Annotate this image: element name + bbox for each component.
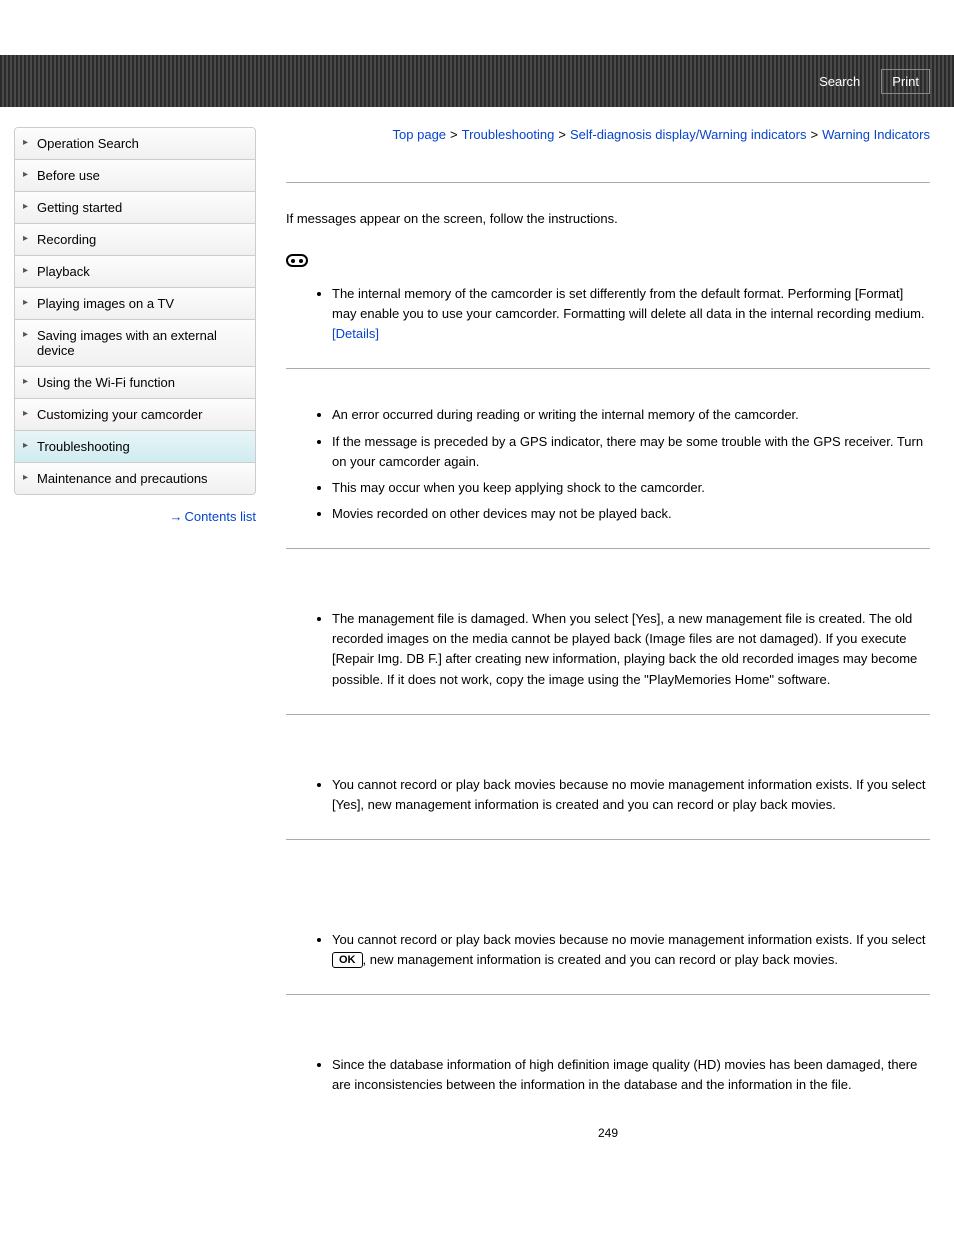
item-text: The internal memory of the camcorder is … bbox=[332, 286, 925, 321]
print-button[interactable]: Print bbox=[881, 69, 930, 94]
nav-item-getting-started[interactable]: Getting started bbox=[15, 192, 255, 224]
sidebar: Operation Search Before use Getting star… bbox=[14, 127, 256, 1140]
list-item: Since the database information of high d… bbox=[332, 1055, 930, 1095]
nav-item-recording[interactable]: Recording bbox=[15, 224, 255, 256]
section-6-list: Since the database information of high d… bbox=[286, 1055, 930, 1095]
nav-item-playing-tv[interactable]: Playing images on a TV bbox=[15, 288, 255, 320]
internal-memory-icon bbox=[286, 254, 930, 270]
breadcrumb: Top page>Troubleshooting>Self-diagnosis … bbox=[286, 127, 930, 142]
section-5-list: You cannot record or play back movies be… bbox=[286, 930, 930, 970]
breadcrumb-top[interactable]: Top page bbox=[393, 127, 447, 142]
page-number: 249 bbox=[286, 1126, 930, 1140]
item-text-a: You cannot record or play back movies be… bbox=[332, 932, 926, 947]
section-2-list: An error occurred during reading or writ… bbox=[286, 405, 930, 524]
nav-item-customizing[interactable]: Customizing your camcorder bbox=[15, 399, 255, 431]
divider bbox=[286, 714, 930, 715]
divider bbox=[286, 839, 930, 840]
nav-list: Operation Search Before use Getting star… bbox=[14, 127, 256, 495]
nav-item-before-use[interactable]: Before use bbox=[15, 160, 255, 192]
list-item: This may occur when you keep applying sh… bbox=[332, 478, 930, 498]
section-4-list: You cannot record or play back movies be… bbox=[286, 775, 930, 815]
list-item: The internal memory of the camcorder is … bbox=[332, 284, 930, 344]
nav-item-troubleshooting[interactable]: Troubleshooting bbox=[15, 431, 255, 463]
divider bbox=[286, 994, 930, 995]
contents-list-link[interactable]: Contents list bbox=[184, 509, 256, 524]
breadcrumb-current: Warning Indicators bbox=[822, 127, 930, 142]
contents-list-link-wrap: →Contents list bbox=[14, 509, 256, 524]
nav-item-playback[interactable]: Playback bbox=[15, 256, 255, 288]
section-3-list: The management file is damaged. When you… bbox=[286, 609, 930, 690]
nav-item-saving-external[interactable]: Saving images with an external device bbox=[15, 320, 255, 367]
intro-text: If messages appear on the screen, follow… bbox=[286, 182, 930, 226]
nav-item-wifi[interactable]: Using the Wi-Fi function bbox=[15, 367, 255, 399]
arrow-icon: → bbox=[169, 509, 182, 524]
nav-item-operation-search[interactable]: Operation Search bbox=[15, 128, 255, 160]
main-content: Top page>Troubleshooting>Self-diagnosis … bbox=[286, 127, 930, 1140]
item-text-b: , new management information is created … bbox=[363, 952, 838, 967]
details-link[interactable]: [Details] bbox=[332, 326, 379, 341]
divider bbox=[286, 548, 930, 549]
breadcrumb-selfdiag[interactable]: Self-diagnosis display/Warning indicator… bbox=[570, 127, 807, 142]
list-item: You cannot record or play back movies be… bbox=[332, 930, 930, 970]
list-item: The management file is damaged. When you… bbox=[332, 609, 930, 690]
list-item: An error occurred during reading or writ… bbox=[332, 405, 930, 425]
list-item: If the message is preceded by a GPS indi… bbox=[332, 432, 930, 472]
list-item: You cannot record or play back movies be… bbox=[332, 775, 930, 815]
header-bar: Search Print bbox=[0, 55, 954, 107]
breadcrumb-troubleshooting[interactable]: Troubleshooting bbox=[462, 127, 555, 142]
section-1-list: The internal memory of the camcorder is … bbox=[286, 284, 930, 344]
search-button[interactable]: Search bbox=[808, 69, 871, 94]
nav-item-maintenance[interactable]: Maintenance and precautions bbox=[15, 463, 255, 494]
ok-button-icon: OK bbox=[332, 952, 363, 968]
list-item: Movies recorded on other devices may not… bbox=[332, 504, 930, 524]
divider bbox=[286, 368, 930, 369]
